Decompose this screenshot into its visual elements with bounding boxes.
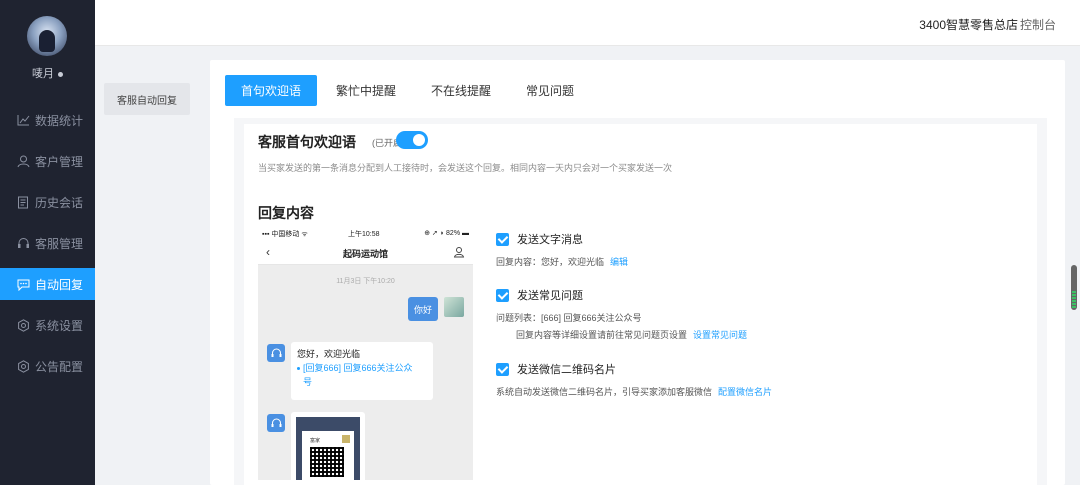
bot-headset-icon xyxy=(267,414,285,432)
signal-carrier: ▪▪▪ 中国移动 ᯤ xyxy=(262,231,308,238)
sidebar-item-label: 客户管理 xyxy=(35,154,84,169)
option-faq[interactable]: 发送常见问题 xyxy=(496,287,583,303)
sidebar-item-settings[interactable]: 系统设置 xyxy=(0,309,95,341)
phone-status-bar: ▪▪▪ 中国移动 ᯤ 上午10:58 ⊕ ➚ ◗ 82% ▬ xyxy=(258,227,473,241)
username[interactable]: 唛月 xyxy=(0,65,95,81)
tab-faq[interactable]: 常见问题 xyxy=(510,75,590,106)
option-qr[interactable]: 发送微信二维码名片 xyxy=(496,361,616,377)
console-link[interactable]: 控制台 xyxy=(1020,16,1056,33)
qr-card-bubble: 富家 xyxy=(291,412,365,480)
sidebar-item-agents[interactable]: 客服管理 xyxy=(0,227,95,259)
submenu-item-auto-reply[interactable]: 客服自动回复 xyxy=(104,83,190,115)
user-avatar xyxy=(444,297,464,317)
sidebar-item-auto-reply[interactable]: 自动回复 xyxy=(0,268,95,300)
user-icon xyxy=(16,154,30,168)
battery: ⊕ ➚ ◗ 82% ▬ xyxy=(424,230,469,237)
chat-icon xyxy=(16,277,30,291)
sidebar-item-label: 数据统计 xyxy=(35,113,84,128)
document-icon xyxy=(16,195,30,209)
qr-card-image: 富家 xyxy=(296,417,360,480)
gear-icon xyxy=(16,318,30,332)
line-chart-icon xyxy=(16,113,30,127)
scrollbar-grip-icon xyxy=(1072,290,1076,308)
welcome-description: 当买家发送的第一条消息分配到人工接待时，会发送这个回复。相同内容一天内只会对一个… xyxy=(258,163,673,173)
store-name[interactable]: 3400智慧零售总店 xyxy=(919,16,1018,33)
user-message-bubble: 你好 xyxy=(408,297,438,321)
bot-greeting: 您好，欢迎光临 xyxy=(297,349,361,359)
welcome-title: 客服首句欢迎语 xyxy=(258,134,356,150)
sidebar-item-label: 公告配置 xyxy=(35,359,84,374)
phone-nav-bar: ‹ 起码运动馆 xyxy=(258,241,473,265)
user-profile-icon xyxy=(453,246,465,258)
sidebar-item-announcement[interactable]: 公告配置 xyxy=(0,350,95,382)
sidebar-item-customers[interactable]: 客户管理 xyxy=(0,145,95,177)
reply-section-title: 回复内容 xyxy=(258,205,314,221)
option-text-msg[interactable]: 发送文字消息 xyxy=(496,231,583,247)
tab-busy[interactable]: 繁忙中提醒 xyxy=(320,75,412,106)
content-area: 客服首句欢迎语 (已开启) 当买家发送的第一条消息分配到人工接待时，会发送这个回… xyxy=(234,118,1047,485)
username-text: 唛月 xyxy=(32,68,54,80)
sidebar-item-label: 历史会话 xyxy=(35,195,84,210)
qr-code-icon xyxy=(310,447,344,477)
chat-name: 起码运动馆 xyxy=(342,249,388,259)
checkbox-text-msg[interactable] xyxy=(496,232,509,246)
bot-question: [回复666] 回复666关注公众 xyxy=(297,361,427,375)
sidebar-item-label: 自动回复 xyxy=(35,277,84,292)
tab-offline[interactable]: 不在线提醒 xyxy=(415,75,507,106)
carrier-text: 中国移动 xyxy=(271,231,300,238)
qr-thumb-image xyxy=(342,435,350,443)
tab-welcome[interactable]: 首句欢迎语 xyxy=(225,75,318,106)
gear-icon xyxy=(16,359,30,373)
bot-question-cont: 号 xyxy=(303,377,313,387)
option-label: 发送微信二维码名片 xyxy=(517,364,616,376)
qr-hint-text: 系统自动发送微信二维码名片，引导买家添加客服微信 xyxy=(496,387,713,397)
bot-message-bubble: 您好，欢迎光临 [回复666] 回复666关注公众 号 xyxy=(291,342,433,400)
edit-link[interactable]: 编辑 xyxy=(610,257,628,267)
sidebar-item-statistics[interactable]: 数据统计 xyxy=(0,104,95,136)
bot-headset-icon xyxy=(267,344,285,362)
sidebar-item-label: 系统设置 xyxy=(35,318,84,333)
faq-list: 问题列表：[666] 回复666关注公众号 xyxy=(496,313,642,323)
headset-icon xyxy=(16,236,30,250)
phone-time: 上午10:58 xyxy=(348,231,380,238)
text-msg-content: 回复内容：您好，欢迎光临 编辑 xyxy=(496,255,628,268)
faq-hint: 回复内容等详细设置请前往常见问题页设置 设置常见问题 xyxy=(516,328,747,341)
faq-hint-text: 回复内容等详细设置请前往常见问题页设置 xyxy=(516,330,688,340)
settings-card: 客服首句欢迎语 (已开启) 当买家发送的第一条消息分配到人工接待时，会发送这个回… xyxy=(244,124,1037,485)
bullet-icon xyxy=(297,367,300,371)
qr-card-text: 富家 xyxy=(310,438,321,444)
bot-question-text: [回复666] 回复666关注公众 xyxy=(303,363,413,373)
text-msg-content-label: 回复内容：您好，欢迎光临 xyxy=(496,257,605,267)
phone-preview: ▪▪▪ 中国移动 ᯤ 上午10:58 ⊕ ➚ ◗ 82% ▬ ‹ 起码运动馆 1… xyxy=(258,227,473,480)
checkbox-faq[interactable] xyxy=(496,288,509,302)
checkbox-qr[interactable] xyxy=(496,362,509,376)
avatar[interactable] xyxy=(27,16,67,56)
battery-text: 82% xyxy=(446,230,461,237)
set-faq-link[interactable]: 设置常见问题 xyxy=(693,330,747,340)
option-label: 发送常见问题 xyxy=(517,290,583,302)
option-label: 发送文字消息 xyxy=(517,234,583,246)
sidebar: 唛月 数据统计 客户管理 历史会话 客服管理 自动回复 系统设置 公告配置 xyxy=(0,0,95,485)
sidebar-item-history[interactable]: 历史会话 xyxy=(0,186,95,218)
welcome-toggle[interactable] xyxy=(396,131,428,149)
online-dot-icon xyxy=(58,71,63,77)
top-bar: 3400智慧零售总店 | 控制台 xyxy=(95,0,1080,46)
sidebar-item-label: 客服管理 xyxy=(35,236,84,251)
chat-timestamp: 11月3日 下午10:20 xyxy=(336,278,395,285)
main-panel: 首句欢迎语 繁忙中提醒 不在线提醒 常见问题 客服首句欢迎语 (已开启) 当买家… xyxy=(210,60,1065,485)
config-qr-link[interactable]: 配置微信名片 xyxy=(718,387,772,397)
qr-hint: 系统自动发送微信二维码名片，引导买家添加客服微信 配置微信名片 xyxy=(496,385,772,398)
